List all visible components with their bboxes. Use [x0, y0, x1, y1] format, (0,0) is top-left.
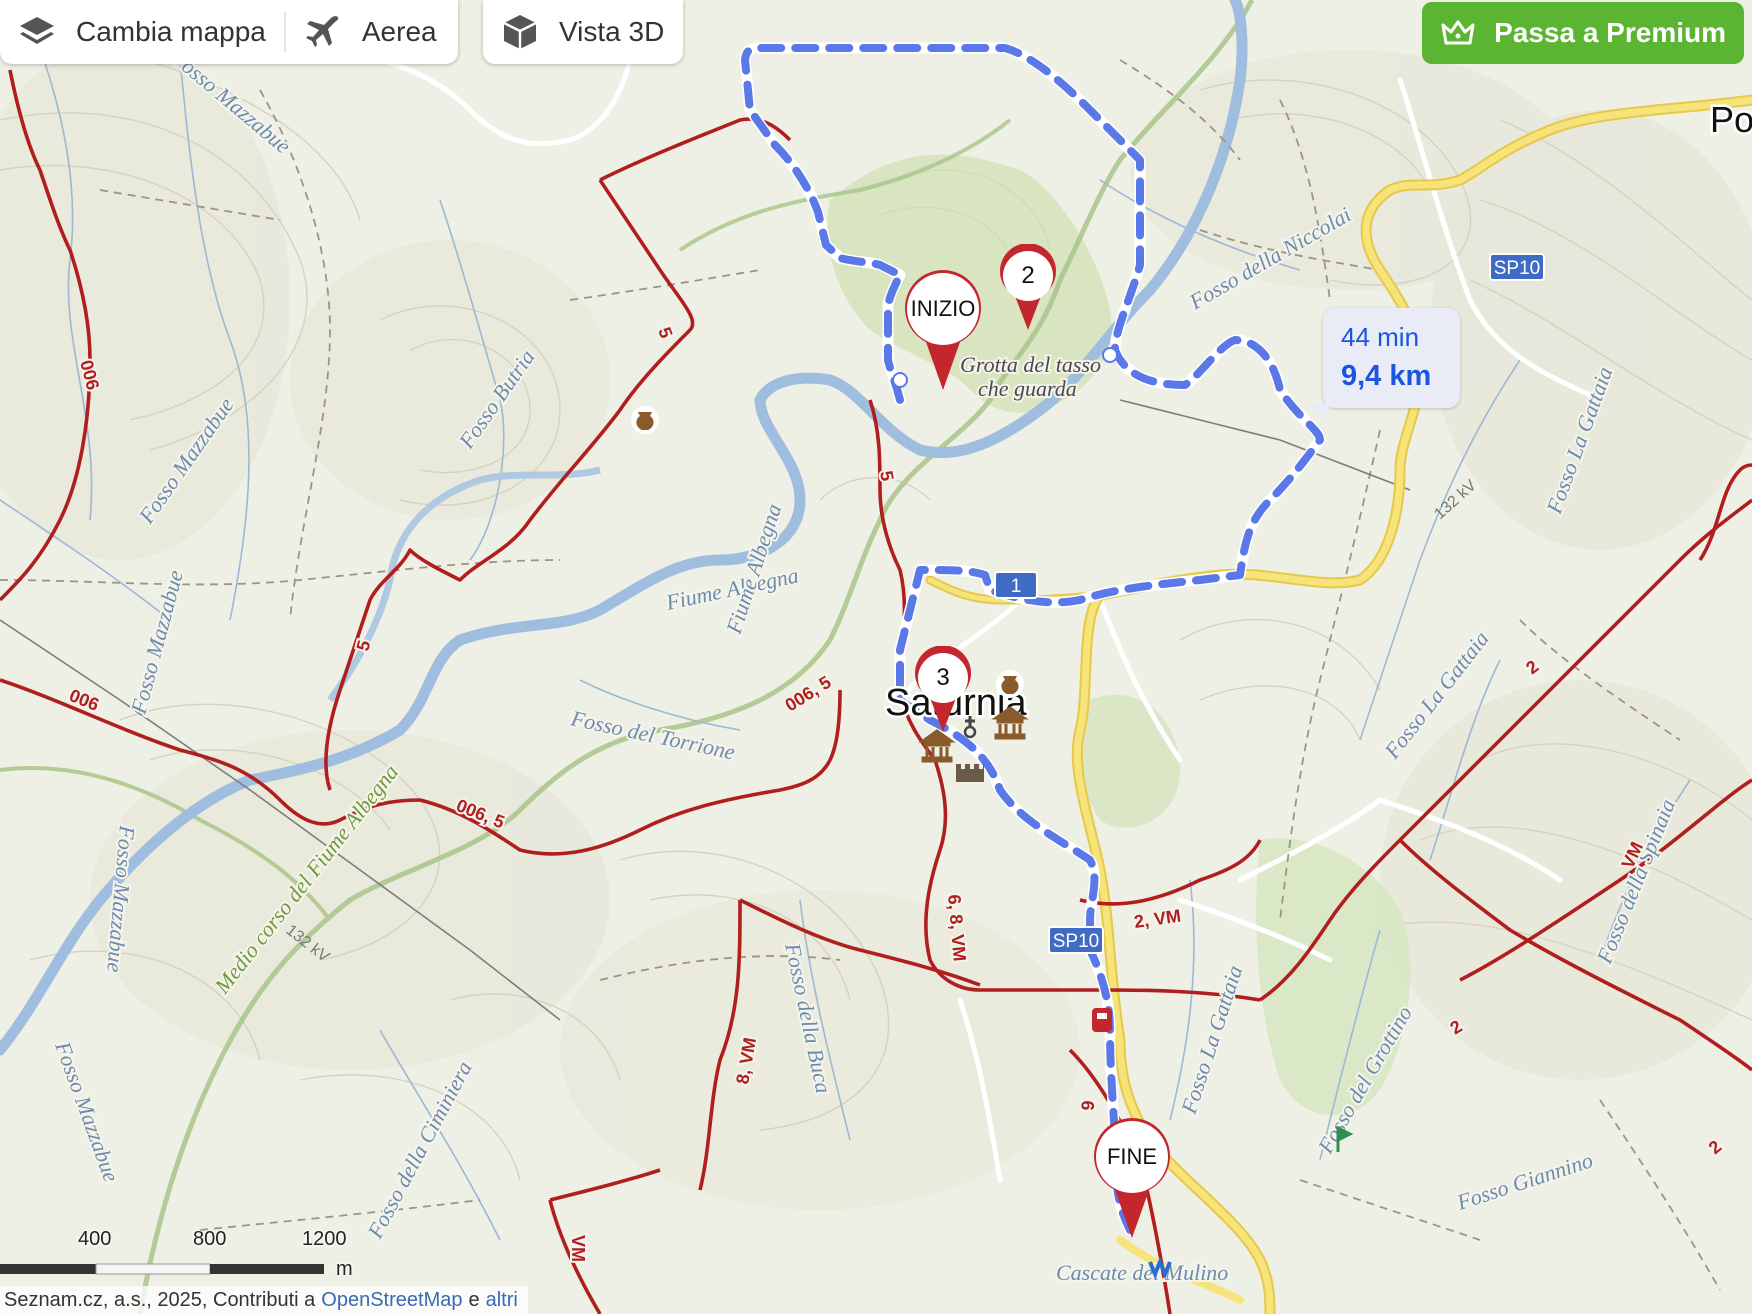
pin-shape — [1094, 1118, 1170, 1238]
cube-icon — [503, 15, 537, 49]
trail-number: 6 — [1077, 1100, 1098, 1112]
marker-start[interactable]: INIZIO — [898, 264, 988, 392]
crown-icon — [1441, 20, 1475, 45]
marker-waypoint-2-label: 2 — [1021, 262, 1035, 289]
marker-waypoint-2[interactable]: 2 — [996, 243, 1060, 332]
attribution: Seznam.cz, a.s., 2025, Contributi a Open… — [0, 1286, 528, 1314]
layers-icon — [20, 17, 54, 44]
others-link[interactable]: altri — [486, 1289, 518, 1312]
marker-end[interactable]: FINE — [1087, 1112, 1177, 1240]
label-grotta: che guarda — [978, 376, 1077, 401]
map-type-controls: Cambia mappa Aerea — [0, 0, 458, 64]
change-map-label: Cambia mappa — [76, 16, 266, 47]
bubble-tail — [1309, 404, 1329, 424]
aerial-label: Aerea — [361, 16, 437, 47]
amphora-icon[interactable] — [996, 670, 1024, 698]
scale-label-800: 800 — [193, 1228, 227, 1250]
svg-text:SP10: SP10 — [1494, 258, 1540, 279]
scale-unit: m — [336, 1258, 353, 1280]
marker-waypoint-3-label: 3 — [936, 664, 950, 691]
route-info-bubble[interactable]: 44 min 9,4 km — [1309, 308, 1460, 424]
attribution-text: Seznam.cz, a.s., 2025, Contributi a — [4, 1288, 316, 1311]
label-cascate: Cascate del Mulino — [1056, 1260, 1228, 1285]
trail-number: VM — [568, 1235, 588, 1262]
marker-end-label: FINE — [1106, 1144, 1158, 1169]
route-waypoint-dot[interactable] — [1102, 347, 1118, 363]
route-distance: 9,4 km — [1341, 360, 1432, 392]
airplane-icon — [305, 16, 339, 47]
marker-start-label: INIZIO — [910, 296, 976, 321]
view-3d-label: Vista 3D — [559, 16, 665, 47]
scale-label-1200: 1200 — [302, 1228, 347, 1250]
road-shield-sp10: SP10 — [1489, 253, 1545, 281]
amphora-icon[interactable] — [631, 406, 659, 434]
change-map-button[interactable]: Cambia mappa — [0, 0, 284, 64]
view-3d-control: Vista 3D — [483, 0, 683, 64]
svg-text:1: 1 — [1011, 576, 1022, 597]
road-shield-sp10: SP10 — [1048, 926, 1104, 954]
scale-label-400: 400 — [78, 1228, 112, 1250]
map-canvas[interactable]: SP10 SP10 1 Fosso Mazzabue Fosso Mazzabu… — [0, 0, 1752, 1314]
attribution-e: e — [468, 1288, 480, 1311]
svg-text:SP10: SP10 — [1053, 931, 1099, 952]
premium-label: Passa a Premium — [1494, 17, 1726, 48]
pin-shape — [905, 270, 981, 390]
road-shield-1: 1 — [994, 571, 1038, 599]
town-label-po: Po — [1710, 99, 1752, 140]
aerial-button[interactable]: Aerea — [286, 0, 455, 64]
premium-button[interactable]: Passa a Premium — [1422, 2, 1744, 64]
scale-bar: 400 800 1200 m — [0, 1228, 360, 1280]
marker-waypoint-3[interactable]: 3 — [911, 645, 975, 734]
fuel-station-icon[interactable] — [1092, 1008, 1112, 1032]
route-duration: 44 min — [1341, 322, 1420, 352]
view-3d-button[interactable]: Vista 3D — [483, 0, 682, 64]
osm-link[interactable]: OpenStreetMap — [321, 1289, 462, 1312]
